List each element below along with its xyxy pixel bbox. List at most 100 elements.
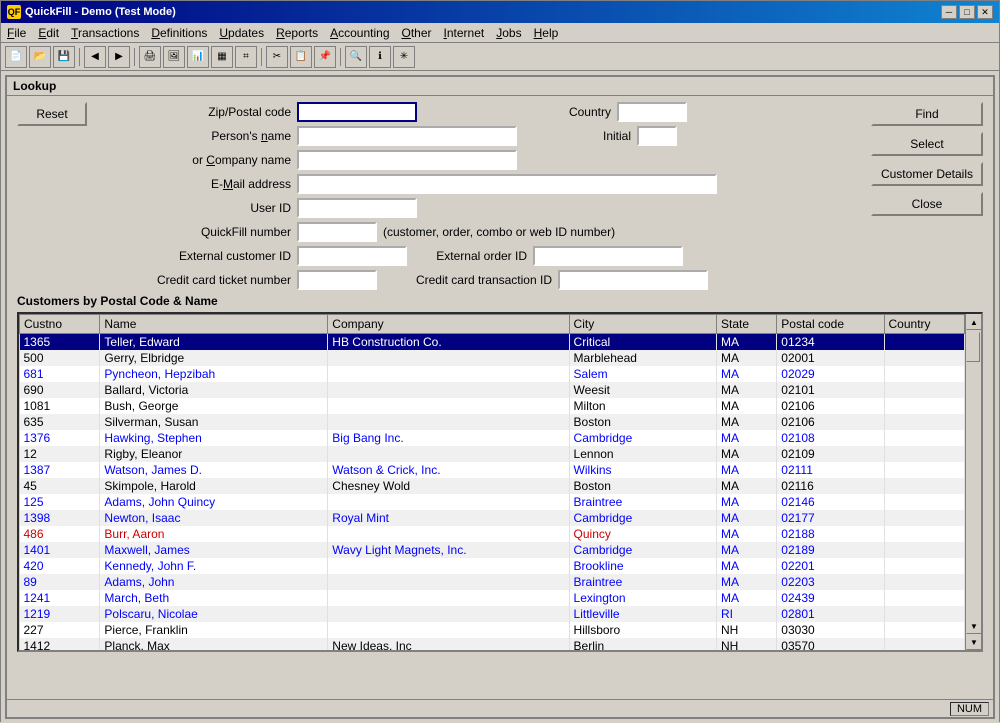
cell-country [884, 574, 964, 590]
table-row[interactable]: 1412 Planck, Max New Ideas, Inc Berlin N… [20, 638, 965, 650]
cell-custno: 690 [20, 382, 100, 398]
toolbar-back[interactable]: ◀ [84, 46, 106, 68]
scrollbar-down-bottom[interactable]: ▼ [966, 634, 982, 650]
table-row[interactable]: 500 Gerry, Elbridge Marblehead MA 02001 [20, 350, 965, 366]
cell-city: Berlin [569, 638, 716, 650]
menu-transactions[interactable]: Transactions [65, 25, 145, 40]
menu-internet[interactable]: Internet [438, 25, 491, 40]
toolbar-star[interactable]: ✳ [393, 46, 415, 68]
maximize-button[interactable]: □ [959, 5, 975, 19]
cell-state: MA [716, 574, 776, 590]
table-row[interactable]: 420 Kennedy, John F. Brookline MA 02201 [20, 558, 965, 574]
ext-customer-id-input[interactable] [297, 246, 407, 266]
toolbar-find[interactable]: 🔍 [345, 46, 367, 68]
cell-state: MA [716, 446, 776, 462]
table-row[interactable]: 486 Burr, Aaron Quincy MA 02188 [20, 526, 965, 542]
table-row[interactable]: 12 Rigby, Eleanor Lennon MA 02109 [20, 446, 965, 462]
cell-custno: 1398 [20, 510, 100, 526]
cc-ticket-input[interactable] [297, 270, 377, 290]
menu-definitions[interactable]: Definitions [145, 25, 213, 40]
country-input[interactable] [617, 102, 687, 122]
company-name-input[interactable] [297, 150, 517, 170]
select-button[interactable]: Select [871, 132, 983, 156]
cell-company: Wavy Light Magnets, Inc. [328, 542, 569, 558]
cell-postal: 02001 [777, 350, 884, 366]
toolbar-copy[interactable]: 📋 [290, 46, 312, 68]
initial-input[interactable] [637, 126, 677, 146]
minimize-button[interactable]: ─ [941, 5, 957, 19]
table-row[interactable]: 1241 March, Beth Lexington MA 02439 [20, 590, 965, 606]
scrollbar-down-top[interactable]: ▼ [966, 618, 982, 634]
cell-country [884, 430, 964, 446]
cell-city: Boston [569, 414, 716, 430]
customers-section-title: Customers by Postal Code & Name [17, 294, 983, 308]
table-row[interactable]: 1398 Newton, Isaac Royal Mint Cambridge … [20, 510, 965, 526]
cell-company [328, 606, 569, 622]
toolbar-info[interactable]: ℹ [369, 46, 391, 68]
toolbar-print[interactable]: 🖨 [139, 46, 161, 68]
table-row[interactable]: 89 Adams, John Braintree MA 02203 [20, 574, 965, 590]
table-row[interactable]: 681 Pyncheon, Hepzibah Salem MA 02029 [20, 366, 965, 382]
menu-jobs[interactable]: Jobs [490, 25, 527, 40]
cell-city: Weesit [569, 382, 716, 398]
menu-edit[interactable]: Edit [32, 25, 65, 40]
userid-input[interactable] [297, 198, 417, 218]
toolbar-save[interactable]: 💾 [53, 46, 75, 68]
ext-order-id-input[interactable] [533, 246, 683, 266]
table-row[interactable]: 635 Silverman, Susan Boston MA 02106 [20, 414, 965, 430]
reset-button[interactable]: Reset [17, 102, 87, 126]
table-row[interactable]: 1401 Maxwell, James Wavy Light Magnets, … [20, 542, 965, 558]
toolbar-open[interactable]: 📂 [29, 46, 51, 68]
toolbar-barcode[interactable]: ⌗ [235, 46, 257, 68]
scrollbar-up[interactable]: ▲ [966, 314, 982, 330]
cell-state: NH [716, 638, 776, 650]
close-button-panel[interactable]: Close [871, 192, 983, 216]
toolbar-new[interactable]: 📄 [5, 46, 27, 68]
toolbar-img1[interactable]: 🖼 [163, 46, 185, 68]
cell-postal: 02203 [777, 574, 884, 590]
table-row[interactable]: 45 Skimpole, Harold Chesney Wold Boston … [20, 478, 965, 494]
table-row[interactable]: 690 Ballard, Victoria Weesit MA 02101 [20, 382, 965, 398]
table-row[interactable]: 1376 Hawking, Stephen Big Bang Inc. Camb… [20, 430, 965, 446]
close-button[interactable]: ✕ [977, 5, 993, 19]
person-name-input[interactable] [297, 126, 517, 146]
cell-country [884, 382, 964, 398]
menu-file[interactable]: File [1, 25, 32, 40]
table-row[interactable]: 1387 Watson, James D. Watson & Crick, In… [20, 462, 965, 478]
customer-details-button[interactable]: Customer Details [871, 162, 983, 186]
quickfill-input[interactable] [297, 222, 377, 242]
menu-updates[interactable]: Updates [213, 25, 270, 40]
menu-reports[interactable]: Reports [270, 25, 324, 40]
customers-section: Customers by Postal Code & Name Custno N… [7, 294, 993, 656]
cell-custno: 89 [20, 574, 100, 590]
toolbar-forward[interactable]: ▶ [108, 46, 130, 68]
cell-country [884, 542, 964, 558]
toolbar-cut[interactable]: ✂ [266, 46, 288, 68]
cell-country [884, 462, 964, 478]
menu-other[interactable]: Other [396, 25, 438, 40]
cell-custno: 1081 [20, 398, 100, 414]
menu-help[interactable]: Help [528, 25, 565, 40]
cell-custno: 1401 [20, 542, 100, 558]
cell-country [884, 622, 964, 638]
toolbar-grid[interactable]: ▦ [211, 46, 233, 68]
cell-name: Maxwell, James [100, 542, 328, 558]
toolbar-img2[interactable]: 📊 [187, 46, 209, 68]
cell-postal: 02029 [777, 366, 884, 382]
table-row[interactable]: 125 Adams, John Quincy Braintree MA 0214… [20, 494, 965, 510]
table-row[interactable]: 227 Pierce, Franklin Hillsboro NH 03030 [20, 622, 965, 638]
table-row[interactable]: 1081 Bush, George Milton MA 02106 [20, 398, 965, 414]
table-row[interactable]: 1219 Polscaru, Nicolae Littleville RI 02… [20, 606, 965, 622]
cell-state: MA [716, 382, 776, 398]
cell-state: MA [716, 414, 776, 430]
zip-input[interactable] [297, 102, 417, 122]
scrollbar-thumb[interactable] [966, 332, 980, 362]
toolbar-paste[interactable]: 📌 [314, 46, 336, 68]
cell-city: Quincy [569, 526, 716, 542]
table-row[interactable]: 1365 Teller, Edward HB Construction Co. … [20, 334, 965, 351]
cc-transaction-input[interactable] [558, 270, 708, 290]
cell-country [884, 366, 964, 382]
menu-accounting[interactable]: Accounting [324, 25, 395, 40]
email-input[interactable] [297, 174, 717, 194]
find-button[interactable]: Find [871, 102, 983, 126]
